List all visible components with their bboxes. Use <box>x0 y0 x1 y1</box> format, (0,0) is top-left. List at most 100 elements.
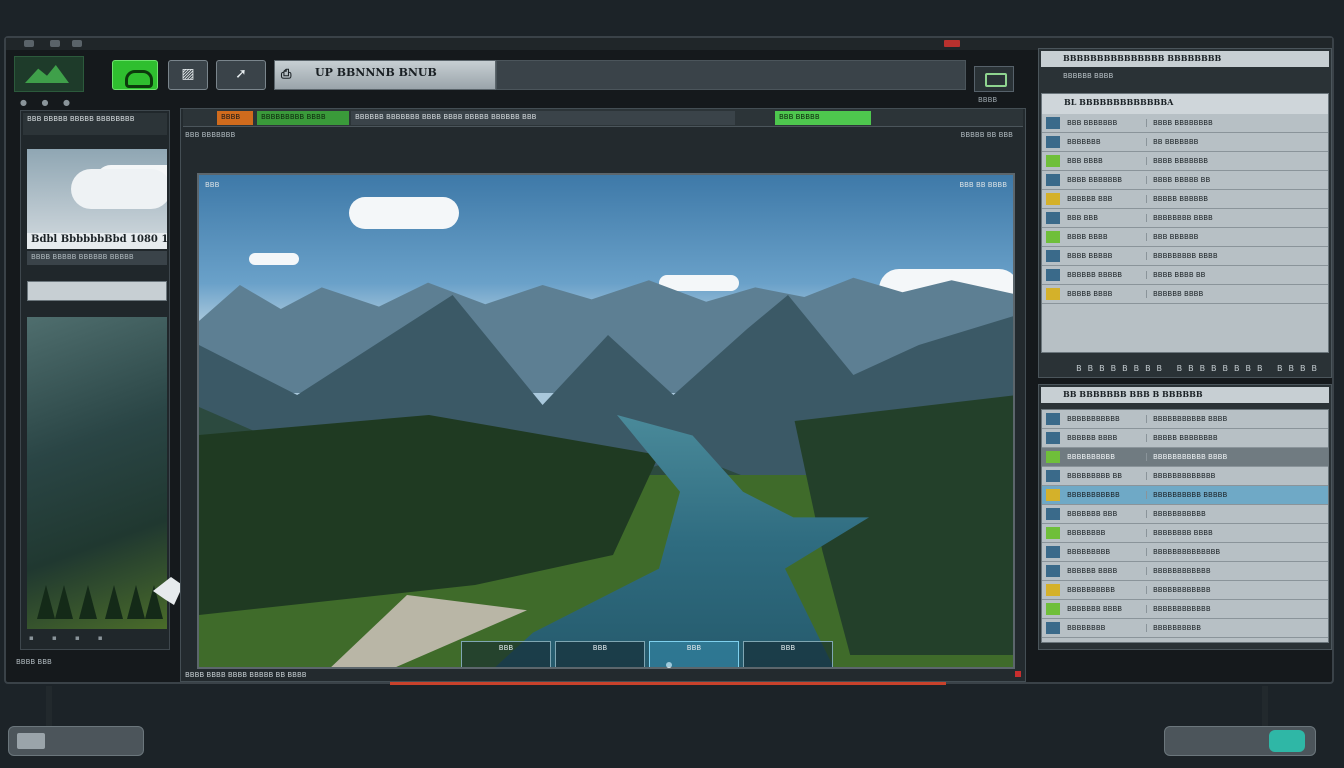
row-value: BBBBBBBBBBB BBBB <box>1153 453 1228 461</box>
tab-active[interactable]: BBB BBBBB <box>775 111 871 125</box>
viewport-hud: BBB BBB BBB BBB <box>461 641 833 667</box>
row-name: BBBBBBBBBB <box>1063 586 1147 594</box>
row-name: BBBBBBBBBBB <box>1063 491 1147 499</box>
display-toggle-label: BBBB <box>978 96 998 104</box>
sheet-header: BL BBBBBBBBBBBBBA <box>1042 94 1328 114</box>
viewport-label-right: BBB BB BBBB <box>959 181 1007 189</box>
table-row[interactable]: BBBBBB BBB BBBBB BBBBBB <box>1042 190 1328 209</box>
landscape-viewport[interactable]: BBB BBB BB BBBB BBB BBB BBB BBB <box>197 173 1015 669</box>
pen-icon[interactable] <box>1269 730 1305 752</box>
hud-cell[interactable]: BBB <box>461 641 551 667</box>
row-value: BBBBBBBBBBB <box>1153 510 1206 518</box>
table-row[interactable]: BBBB BBBBB BBBBBBBBB BBBB <box>1042 247 1328 266</box>
row-value: BBBB BBBB BB <box>1153 271 1206 279</box>
row-name: BBBB BBBBB <box>1063 252 1147 260</box>
window-dot-icon[interactable] <box>50 40 60 47</box>
row-name: BBBBBB BBBBB <box>1063 271 1147 279</box>
table-row[interactable]: BBBBBBBBB BBBBBBBBBBBBBB <box>1042 543 1328 562</box>
title-field-extension[interactable] <box>496 60 966 90</box>
table-row[interactable]: BBBBB BBBB BBBBBB BBBB <box>1042 285 1328 304</box>
dock-left[interactable] <box>8 726 144 756</box>
table-row[interactable]: BBBBBBB BBBB BBBBBBBBBBBB <box>1042 600 1328 619</box>
folder-icon[interactable] <box>17 733 45 749</box>
row-icon <box>1046 413 1060 425</box>
table-row[interactable]: BBB BBB BBBBBBBB BBBB <box>1042 209 1328 228</box>
title-text: UP BBNNNB BNUB <box>315 66 437 79</box>
properties-title: BBBBBBBBBBBBBBB BBBBBBBB <box>1041 51 1329 67</box>
hud-cell-selected[interactable]: BBB <box>649 641 739 667</box>
table-row[interactable]: BBBBBBB BBB BBBBBBBBBBB <box>1042 505 1328 524</box>
row-icon <box>1046 269 1060 281</box>
status-bar-text: BBBB BBB <box>16 658 52 666</box>
properties-sheet: BL BBBBBBBBBBBBBA BBB BBBBBBB BBBB BBBBBB… <box>1041 93 1329 353</box>
breadcrumb[interactable]: BBB BBBBBBB <box>185 131 235 139</box>
hud-cell[interactable]: BBB <box>743 641 833 667</box>
progress-bar <box>390 682 946 685</box>
table-row[interactable]: BBBBBBBBB BB BBBBBBBBBBBBB <box>1042 467 1328 486</box>
table-row[interactable]: BBB BBBBBBB BBBB BBBBBBBB <box>1042 114 1328 133</box>
progress-fill <box>390 682 946 685</box>
row-icon <box>1046 451 1060 463</box>
table-row[interactable]: BBB BBBB BBBB BBBBBBB <box>1042 152 1328 171</box>
window-dot-icon[interactable] <box>24 40 34 47</box>
layers-sheet: BBBBBBBBBBB BBBBBBBBBBB BBBB BBBBBB BBBB BB… <box>1041 409 1329 643</box>
table-row[interactable]: BBBBBBBBBB BBBBBBBBBBBB <box>1042 581 1328 600</box>
table-row[interactable]: BBBBBBBBBBB BBBBBBBBBB BBBBB <box>1042 486 1328 505</box>
tab-path[interactable]: BBBBBB BBBBBBB BBBB BBBB BBBBB BBBBBB BB… <box>351 111 735 125</box>
valley-thumbnail[interactable] <box>27 317 167 629</box>
row-icon <box>1046 603 1060 615</box>
table-row[interactable]: BBBBBB BBBB BBBBBBBBBBBB <box>1042 562 1328 581</box>
properties-subtitle: BBBBBB BBBB <box>1063 72 1114 80</box>
tab-green[interactable]: BBBBBBBBB BBBB <box>257 111 349 125</box>
layers-title: BB BBBBBBB BBB B BBBBBB <box>1041 387 1329 403</box>
mountain-logo-icon <box>14 56 84 92</box>
row-name: BBBBBBBBB <box>1063 548 1147 556</box>
mini-toolbar-icons[interactable]: ● ● ● <box>20 98 76 107</box>
row-icon <box>1046 117 1060 129</box>
share-button[interactable]: ➚ <box>216 60 266 90</box>
share-icon: ➚ <box>235 66 247 82</box>
row-value: BB BBBBBBB <box>1153 138 1199 146</box>
layers-panel: BB BBBBBBB BBB B BBBBBB BBBBBBBBBBB BBBBB… <box>1038 384 1332 650</box>
row-value: BBBBBB BBBB <box>1153 290 1204 298</box>
row-name: BBBB BBBB <box>1063 233 1147 241</box>
row-value: BBBB BBBBBBB <box>1153 157 1209 165</box>
row-value: BBBBB BBBBBBBB <box>1153 434 1218 442</box>
image-button[interactable]: ▨ <box>168 60 208 90</box>
table-row[interactable]: BBBB BBBB BBB BBBBBB <box>1042 228 1328 247</box>
table-row[interactable]: BBBBBBBBBBB BBBBBBBBBBB BBBB <box>1042 410 1328 429</box>
row-icon <box>1046 622 1060 634</box>
cloud-button[interactable] <box>112 60 158 90</box>
hud-cell[interactable]: BBB <box>555 641 645 667</box>
table-row[interactable]: BBBBBB BBBBB BBBB BBBB BB <box>1042 266 1328 285</box>
table-row[interactable]: BBBB BBBBBBB BBBB BBBBB BB <box>1042 171 1328 190</box>
table-row[interactable]: BBBBBBB BB BBBBBBB <box>1042 133 1328 152</box>
left-panel: BBB BBBBB BBBBB BBBBBBBB Bdbl BbbbbbBbd … <box>20 110 183 650</box>
image-icon: ▨ <box>181 66 195 82</box>
cloud <box>349 197 459 229</box>
row-name: BBBBBBB BBBB <box>1063 605 1147 613</box>
dock-right[interactable] <box>1164 726 1316 756</box>
print-icon: ⎙ <box>281 67 292 82</box>
row-name: BBBBBBBB <box>1063 624 1147 632</box>
sky-thumbnail[interactable] <box>27 149 167 233</box>
title-field[interactable]: ⎙ UP BBNNNB BNUB <box>274 60 496 90</box>
row-value: BBBBBBBBBBBBB <box>1153 472 1216 480</box>
row-name: BBBBBB BBBB <box>1063 567 1147 575</box>
table-row[interactable]: BBBBBBBB BBBBBBBBBB <box>1042 619 1328 638</box>
record-indicator-icon <box>944 40 960 47</box>
row-icon <box>1046 174 1060 186</box>
row-icon <box>1046 432 1060 444</box>
table-row[interactable]: BBBBBB BBBB BBBBB BBBBBBBB <box>1042 429 1328 448</box>
left-panel-footer-icons[interactable]: ▪ ▪ ▪ ▪ <box>23 631 169 647</box>
table-row[interactable]: BBBBBBBB BBBBBBBB BBBB <box>1042 524 1328 543</box>
row-icon <box>1046 508 1060 520</box>
row-value: BBB BBBBBB <box>1153 233 1199 241</box>
left-panel-input[interactable] <box>27 281 167 301</box>
display-toggle-button[interactable] <box>974 66 1014 92</box>
row-icon <box>1046 584 1060 596</box>
window-dot-icon[interactable] <box>72 40 82 47</box>
row-value: BBBBBBBBBBBB <box>1153 567 1211 575</box>
tab-orange[interactable]: BBBB <box>217 111 253 125</box>
table-row[interactable]: BBBBBBBBBB BBBBBBBBBBB BBBB <box>1042 448 1328 467</box>
